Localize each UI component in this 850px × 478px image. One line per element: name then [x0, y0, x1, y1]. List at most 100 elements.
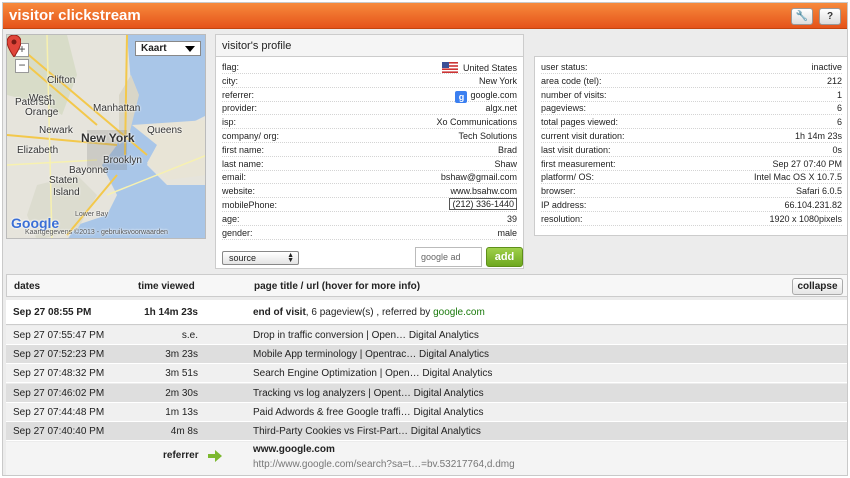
- map-label: Clifton: [47, 75, 76, 86]
- row-page-title[interactable]: Paid Adwords & free Google traffi… Digit…: [253, 407, 483, 418]
- map-label: Queens: [147, 125, 183, 136]
- profile-field: platform/ OS: Intel Mac OS X 10.7.5: [541, 171, 842, 185]
- help-button[interactable]: ?: [819, 8, 841, 25]
- tag-input[interactable]: google ad: [415, 247, 482, 267]
- row-page-title[interactable]: Search Engine Optimization | Open… Digit…: [253, 368, 492, 379]
- clickstream-table: dates time viewed page title / url (hove…: [6, 274, 847, 475]
- settings-button[interactable]: 🔧: [791, 8, 813, 25]
- field-label: provider:: [222, 103, 258, 114]
- add-button[interactable]: add: [486, 247, 523, 267]
- row-time-viewed: 3m 23s: [165, 349, 198, 361]
- field-label: total pages viewed:: [541, 117, 619, 128]
- row-date: Sep 27 07:44:48 PM: [13, 406, 105, 418]
- table-row[interactable]: Sep 27 07:44:48 PM 1m 13s Paid Adwords & f…: [6, 402, 847, 422]
- profile-field: user status: inactive: [541, 61, 842, 74]
- field-value: 0s: [832, 145, 842, 155]
- profile-field: flag: United States: [222, 61, 517, 74]
- table-header: dates time viewed page title / url (hove…: [6, 274, 847, 297]
- field-value-text: 0s: [832, 144, 842, 155]
- arrow-right-icon: [208, 450, 222, 462]
- field-label: current visit duration:: [541, 131, 625, 141]
- row-date: Sep 27 07:40:40 PM: [13, 426, 105, 437]
- google-icon: g: [455, 90, 468, 103]
- field-value: Tech Solutions: [458, 131, 517, 141]
- field-label: first measurement:: [541, 158, 616, 169]
- collapse-button[interactable]: collapse: [792, 278, 843, 295]
- field-label: email:: [222, 172, 247, 183]
- profile-left-column: flag: United States city: New York referrer:…: [215, 56, 524, 269]
- field-value-text: 1h 14m 23s: [794, 131, 842, 141]
- field-value-text: bshaw@gmail.com: [440, 172, 517, 183]
- row-page-title[interactable]: Mobile App terminology | Opentrac… Digit…: [253, 349, 489, 360]
- field-value-text: 1: [836, 89, 842, 100]
- field-value: Xo Communications: [436, 117, 517, 127]
- table-row[interactable]: Sep 27 07:48:32 PM 3m 51s Search Engine Op…: [6, 364, 847, 384]
- map-type-select[interactable]: Kaart: [135, 41, 201, 56]
- profile-field: referrer: g google.com: [222, 89, 517, 103]
- map-attribution[interactable]: Kaartgegevens ©2013 - gebruiksvoorwaarde…: [25, 229, 168, 236]
- row-time-viewed: s.e.: [181, 330, 198, 341]
- field-value-text: Intel Mac OS X 10.7.5: [753, 172, 842, 183]
- chevron-down-icon: [185, 46, 195, 52]
- window-title: visitor clickstream: [9, 7, 141, 24]
- profile-field: city: New York: [222, 75, 517, 88]
- us-flag-icon: [441, 62, 458, 73]
- field-label: age:: [222, 213, 240, 224]
- field-value: Brad: [498, 145, 517, 155]
- field-value: inactive: [811, 62, 842, 72]
- map-pin-icon[interactable]: [7, 35, 21, 57]
- row-time-viewed: 4m 8s: [170, 426, 198, 437]
- row-page-title[interactable]: Tracking vs log analyzers | Opent… Digit…: [253, 388, 484, 399]
- map-label: Lower Bay: [75, 211, 109, 218]
- row-page-title[interactable]: Third-Party Cookies vs First-Part… Digit…: [253, 426, 481, 437]
- header-dates: dates: [14, 281, 41, 292]
- map-label: Orange: [25, 107, 59, 118]
- table-row[interactable]: Sep 27 07:46:02 PM 2m 30s Tracking vs log …: [6, 383, 847, 403]
- source-select-value: source: [229, 253, 257, 263]
- profile-field: age: 39: [222, 213, 517, 226]
- field-label: city:: [222, 75, 239, 86]
- end-label: end of visit: [253, 307, 306, 318]
- table-row[interactable]: Sep 27 07:55:47 PM s.e. Drop in traffic co…: [6, 326, 847, 345]
- profile-field: current visit duration: 1h 14m 23s: [541, 130, 842, 143]
- field-label: flag:: [222, 62, 240, 72]
- header-page: page title / url (hover for more info): [254, 281, 421, 292]
- field-value-text: United States: [462, 63, 517, 73]
- location-map[interactable]: + − Kaart Clifton Paterson Manhattan Wes…: [6, 34, 206, 239]
- updown-arrows-icon: ▲ ▼: [287, 252, 294, 264]
- field-value-text[interactable]: google.com: [470, 90, 517, 100]
- field-value: United States: [441, 62, 517, 73]
- field-label: number of visits:: [541, 89, 607, 100]
- field-value: www.bsahw.com: [450, 186, 517, 196]
- field-value: 1920 x 1080pixels: [769, 214, 842, 224]
- profile-field: gender: male: [222, 227, 517, 240]
- referrer-site[interactable]: www.google.com: [253, 444, 335, 455]
- field-label: website:: [222, 186, 256, 197]
- zoom-out-button[interactable]: −: [15, 59, 29, 73]
- field-value: Intel Mac OS X 10.7.5: [754, 172, 842, 182]
- source-select[interactable]: source ▲ ▼: [222, 251, 299, 265]
- referrer-url[interactable]: http://www.google.com/search?sa=t…=bv.53…: [253, 459, 515, 470]
- row-date: Sep 27 07:46:02 PM: [13, 387, 105, 399]
- field-value: 66.104.231.82: [784, 200, 842, 210]
- field-value-text: (212) 336-1440: [452, 199, 514, 209]
- row-time-viewed: 3m 51s: [165, 368, 198, 380]
- field-label: platform/ OS:: [541, 172, 595, 183]
- table-row[interactable]: Sep 27 07:40:40 PM 4m 8s Third-Party Cooki…: [6, 422, 847, 441]
- field-value-text: 1920 x 1080pixels: [769, 213, 842, 224]
- end-referrer-link[interactable]: google.com: [433, 307, 485, 318]
- referrer-label: referrer: [163, 450, 199, 461]
- row-page-title[interactable]: Drop in traffic conversion | Open… Digit…: [253, 330, 479, 341]
- field-value-text: Brad: [497, 144, 517, 155]
- field-value-text: 39: [506, 213, 517, 224]
- end-duration: 1h 14m 23s: [144, 307, 198, 318]
- field-value-text: Tech Solutions: [458, 131, 517, 141]
- map-type-value: Kaart: [141, 43, 167, 54]
- field-label: referrer:: [222, 89, 255, 100]
- field-value-text: Safari 6.0.5: [795, 186, 842, 197]
- referrer-row: referrer www.google.com http://www.googl…: [6, 442, 847, 475]
- field-value-text: 66.104.231.82: [784, 200, 842, 210]
- map-label: Island: [53, 187, 80, 198]
- field-value: 39: [507, 214, 517, 224]
- table-row[interactable]: Sep 27 07:52:23 PM 3m 23s Mobile App termi…: [6, 345, 847, 365]
